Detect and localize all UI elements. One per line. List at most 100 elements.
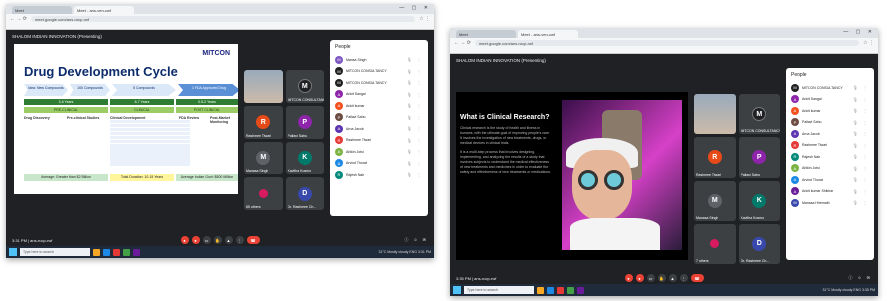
participant-options-icon[interactable]: 🎙 ⋮ — [407, 138, 423, 143]
people-list-item[interactable]: M MITCON CONSULTANCY 🎙 ⋮ — [330, 77, 428, 89]
participant-options-icon[interactable]: 🎙 ⋮ — [407, 69, 423, 74]
participant-tile[interactable]: M Manasa Singh — [694, 180, 736, 221]
people-list-item[interactable]: A Ankit Sangai 🎙 ⋮ — [786, 94, 874, 106]
camera-off-icon[interactable]: ● — [191, 236, 200, 244]
participant-options-icon[interactable]: 🎙 ⋮ — [853, 200, 869, 205]
others-tile[interactable]: 7 others — [694, 223, 736, 264]
people-list-item[interactable]: A Ahikin Jotsi 🎙 ⋮ — [786, 163, 874, 175]
participant-options-icon[interactable]: 🎙 ⋮ — [407, 80, 423, 85]
window-controls[interactable]: — ▢ ✕ — [843, 29, 875, 35]
participant-tile[interactable]: R Rashmee Tiwari — [694, 137, 736, 178]
taskbar-search[interactable]: Type here to search — [464, 286, 534, 294]
people-list-item[interactable]: A Arvind Thorat 🎙 ⋮ — [786, 174, 874, 186]
people-list-item[interactable]: A Ahikin Jotsi 🎙 ⋮ — [330, 146, 428, 158]
participant-options-icon[interactable]: 🎙 ⋮ — [853, 166, 869, 171]
participant-options-icon[interactable]: 🎙 ⋮ — [853, 177, 869, 182]
participant-tile[interactable]: M MITCON CONSULTANCY — [285, 70, 324, 103]
people-list-item[interactable]: R Rajesh Nair 🎙 ⋮ — [786, 151, 874, 163]
people-list-item[interactable]: A Arna Jacob 🎙 ⋮ — [330, 123, 428, 135]
people-list-item[interactable]: A Arvind Thorat 🎙 ⋮ — [330, 158, 428, 170]
participant-options-icon[interactable]: 🎙 ⋮ — [407, 149, 423, 154]
people-list-item[interactable]: A Ankit kumar 🎙 ⋮ — [330, 100, 428, 112]
participant-options-icon[interactable]: 🎙 ⋮ — [853, 97, 869, 102]
browser-tab[interactable]: Meet — [456, 30, 516, 38]
participant-options-icon[interactable]: 🎙 ⋮ — [853, 108, 869, 113]
browser-tab[interactable]: Meet — [12, 6, 72, 14]
file-explorer-icon[interactable] — [537, 286, 544, 294]
browser-tab-active[interactable]: Meet - ans-ven-cwf — [518, 30, 578, 38]
side-panel-icons[interactable]: ⓘ ☺ ✉ — [812, 275, 872, 281]
participant-options-icon[interactable]: 🎙 ⋮ — [407, 172, 423, 177]
participant-options-icon[interactable]: 🎙 ⋮ — [407, 57, 423, 62]
participant-options-icon[interactable]: 🎙 ⋮ — [853, 143, 869, 148]
more-options-icon[interactable]: ⋮ — [235, 236, 244, 244]
participant-tile[interactable]: R Rashmee Tiwari — [244, 105, 283, 139]
url-field[interactable]: meet.google.com/ans-rucp-rwf — [30, 15, 416, 22]
people-list-item[interactable]: A Ankit kumar Shikhar 🎙 ⋮ — [786, 186, 874, 198]
people-list-item[interactable]: P Pallavi Sahu 🎙 ⋮ — [330, 112, 428, 124]
people-list-item[interactable]: A Ankit Sangai 🎙 ⋮ — [330, 89, 428, 101]
participant-tile-self[interactable] — [694, 94, 736, 135]
participant-tile[interactable]: D Dr. Rashmee Ch... — [285, 177, 324, 210]
edge-icon[interactable] — [547, 286, 554, 294]
people-list-item[interactable]: M Manasa Hiremath 🎙 ⋮ — [786, 197, 874, 209]
back-forward-reload-icons[interactable]: ← → ⟳ — [10, 16, 27, 22]
captions-icon[interactable]: ▭ — [646, 274, 655, 282]
edge-icon[interactable] — [103, 248, 110, 256]
raise-hand-icon[interactable]: ✋ — [657, 274, 666, 282]
participant-tile[interactable]: K Kavitha Kosmo — [285, 141, 324, 175]
participant-tile[interactable]: P Pallavi Sahu — [285, 105, 324, 139]
participant-options-icon[interactable]: 🎙 ⋮ — [853, 189, 869, 194]
people-list-item[interactable]: R Rajesh Nair 🎙 ⋮ — [330, 169, 428, 181]
browser-menu-icon[interactable]: ☆ ⋮ — [419, 16, 430, 22]
chrome-icon[interactable] — [113, 248, 120, 256]
mic-off-icon[interactable]: ● — [624, 274, 633, 282]
windows-start-icon[interactable] — [9, 248, 17, 256]
file-explorer-icon[interactable] — [93, 248, 100, 256]
people-list-item[interactable]: P Pallavi Sahu 🎙 ⋮ — [786, 117, 874, 129]
taskbar-search[interactable]: Type here to search — [20, 248, 90, 256]
browser-menu-icon[interactable]: ☆ ⋮ — [863, 40, 874, 46]
participant-options-icon[interactable]: 🎙 ⋮ — [407, 115, 423, 120]
people-list-item[interactable]: M Mansa Singh 🎙 ⋮ — [330, 54, 428, 66]
teams-icon[interactable] — [133, 248, 140, 256]
browser-tab-active[interactable]: Meet - ans-ven-cwf — [74, 6, 134, 14]
participant-options-icon[interactable]: 🎙 ⋮ — [407, 103, 423, 108]
others-tile[interactable]: 65 others — [244, 177, 283, 210]
participant-tile[interactable]: K Kavitha Kosmo — [738, 180, 780, 221]
participant-options-icon[interactable]: 🎙 ⋮ — [407, 92, 423, 97]
participant-tile[interactable]: D Dr. Rashmee Ch... — [738, 223, 780, 264]
participant-tile[interactable]: M Manasa Singh — [244, 141, 283, 175]
end-call-icon[interactable]: ☎ — [690, 274, 704, 282]
end-call-icon[interactable]: ☎ — [246, 236, 260, 244]
camera-off-icon[interactable]: ● — [635, 274, 644, 282]
participant-options-icon[interactable]: 🎙 ⋮ — [853, 85, 869, 90]
raise-hand-icon[interactable]: ✋ — [213, 236, 222, 244]
people-list-item[interactable]: A Arna Jacob 🎙 ⋮ — [786, 128, 874, 140]
url-field[interactable]: meet.google.com/ans-rucp-rwf — [474, 39, 860, 46]
participant-options-icon[interactable]: 🎙 ⋮ — [853, 154, 869, 159]
captions-icon[interactable]: ▭ — [202, 236, 211, 244]
participant-options-icon[interactable]: 🎙 ⋮ — [407, 126, 423, 131]
people-list-item[interactable]: R Rashmee Tiwari 🎙 ⋮ — [786, 140, 874, 152]
people-list-item[interactable]: A Ankit kumar 🎙 ⋮ — [786, 105, 874, 117]
participant-tile[interactable]: P Pallavi Sahu — [738, 137, 780, 178]
people-list-item[interactable]: M MITCON CONSULTANCY 🎙 ⋮ — [786, 82, 874, 94]
excel-icon[interactable] — [123, 248, 130, 256]
side-panel-icons[interactable]: ⓘ ☺ ✉ — [368, 237, 428, 243]
present-icon[interactable]: ▲ — [224, 236, 233, 244]
back-forward-reload-icons[interactable]: ← → ⟳ — [454, 40, 471, 46]
participant-tile-self[interactable] — [244, 70, 283, 103]
participant-tile[interactable]: M MITCON CONSULTANCY — [738, 94, 780, 135]
participant-options-icon[interactable]: 🎙 ⋮ — [853, 120, 869, 125]
teams-icon[interactable] — [577, 286, 584, 294]
chrome-icon[interactable] — [557, 286, 564, 294]
people-list-item[interactable]: R Rashmee Tiwari 🎙 ⋮ — [330, 135, 428, 147]
more-options-icon[interactable]: ⋮ — [679, 274, 688, 282]
windows-start-icon[interactable] — [453, 286, 461, 294]
mic-off-icon[interactable]: ● — [180, 236, 189, 244]
participant-options-icon[interactable]: 🎙 ⋮ — [407, 161, 423, 166]
present-icon[interactable]: ▲ — [668, 274, 677, 282]
window-controls[interactable]: — ▢ ✕ — [399, 5, 431, 11]
participant-options-icon[interactable]: 🎙 ⋮ — [853, 131, 869, 136]
